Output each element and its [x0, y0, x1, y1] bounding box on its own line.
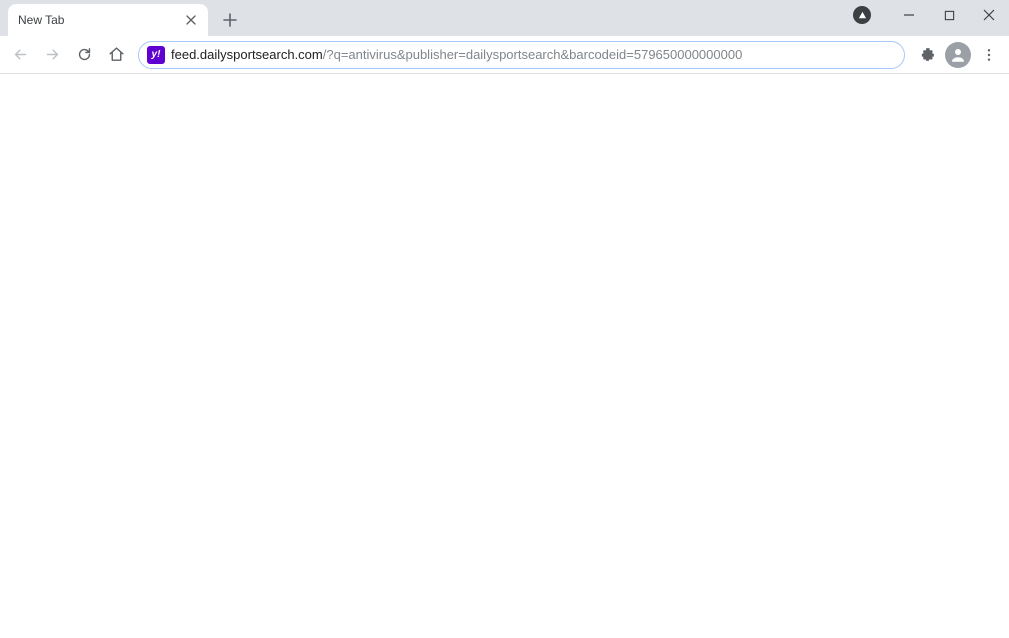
site-favicon: y! [147, 46, 165, 64]
page-content [0, 74, 1009, 638]
tab-strip: New Tab [0, 0, 1009, 36]
reload-button[interactable] [70, 41, 98, 69]
extension-badge-icon[interactable] [853, 6, 871, 24]
url-host: feed.dailysportsearch.com [171, 47, 323, 62]
back-button[interactable] [6, 41, 34, 69]
kebab-menu-icon[interactable] [975, 41, 1003, 69]
url-text: feed.dailysportsearch.com/?q=antivirus&p… [171, 47, 742, 62]
extensions-button[interactable] [913, 41, 941, 69]
tab-title: New Tab [18, 13, 184, 27]
window-maximize-button[interactable] [929, 0, 969, 30]
profile-avatar[interactable] [945, 42, 971, 68]
url-path: /?q=antivirus&publisher=dailysportsearch… [323, 47, 743, 62]
window-controls [853, 0, 1009, 30]
toolbar-right [913, 41, 1003, 69]
new-tab-button[interactable] [216, 6, 244, 34]
home-button[interactable] [102, 41, 130, 69]
forward-button[interactable] [38, 41, 66, 69]
window-minimize-button[interactable] [889, 0, 929, 30]
tab[interactable]: New Tab [8, 4, 208, 36]
address-bar[interactable]: y! feed.dailysportsearch.com/?q=antiviru… [138, 41, 905, 69]
close-tab-icon[interactable] [184, 13, 198, 27]
window-close-button[interactable] [969, 0, 1009, 30]
toolbar: y! feed.dailysportsearch.com/?q=antiviru… [0, 36, 1009, 74]
